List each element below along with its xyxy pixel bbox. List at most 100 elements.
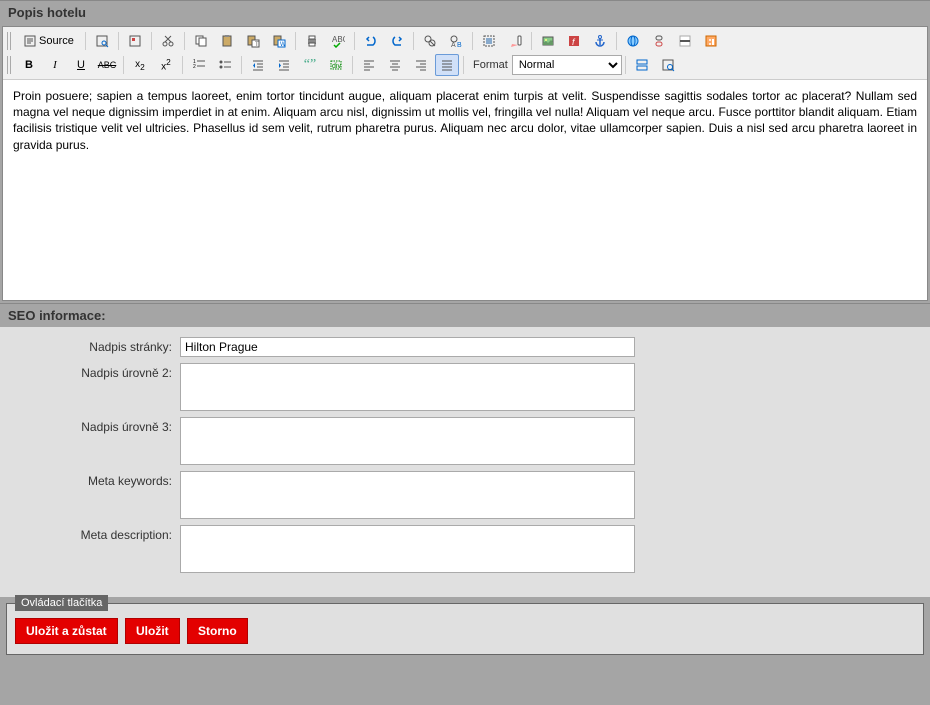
print-button[interactable]	[300, 30, 324, 52]
templates-icon	[128, 34, 142, 48]
keywords-label: Meta keywords:	[8, 471, 180, 488]
blockquote-button[interactable]: “”	[298, 54, 322, 76]
align-left-button[interactable]	[357, 54, 381, 76]
paste-icon	[220, 34, 234, 48]
toolbar-separator	[472, 32, 473, 50]
find-icon	[423, 34, 437, 48]
cancel-button[interactable]: Storno	[187, 618, 248, 644]
editor-toolbar: Source T W ABC	[3, 27, 927, 80]
undo-icon	[364, 34, 378, 48]
underline-button[interactable]: U	[69, 54, 93, 76]
source-button[interactable]: Source	[17, 30, 81, 52]
svg-text:W: W	[280, 42, 286, 48]
special-char-button[interactable]	[699, 30, 723, 52]
copy-button[interactable]	[189, 30, 213, 52]
copy-icon	[194, 34, 208, 48]
align-justify-button[interactable]	[435, 54, 459, 76]
section-header-seo: SEO informace:	[0, 303, 930, 327]
toolbar-separator	[123, 56, 124, 74]
bold-button[interactable]: B	[17, 54, 41, 76]
strike-button[interactable]: ABC	[95, 54, 119, 76]
toolbar-separator	[463, 56, 464, 74]
page-title-input[interactable]	[180, 337, 635, 357]
outdent-icon	[251, 58, 265, 72]
section-header-hotel-desc: Popis hotelu	[0, 0, 930, 24]
redo-icon	[390, 34, 404, 48]
paste-word-button[interactable]: W	[267, 30, 291, 52]
source-icon	[24, 35, 36, 47]
format-select[interactable]: Normal	[512, 55, 622, 75]
indent-icon	[277, 58, 291, 72]
paste-text-button[interactable]: T	[241, 30, 265, 52]
maximize-icon	[661, 58, 675, 72]
hr-button[interactable]	[673, 30, 697, 52]
superscript-icon: x2	[161, 57, 171, 72]
paste-word-icon: W	[272, 34, 286, 48]
align-justify-icon	[440, 58, 454, 72]
outdent-button[interactable]	[246, 54, 270, 76]
keywords-textarea[interactable]	[180, 471, 635, 519]
h2-textarea[interactable]	[180, 363, 635, 411]
unlink-button[interactable]	[647, 30, 671, 52]
select-all-button[interactable]	[477, 30, 501, 52]
indent-button[interactable]	[272, 54, 296, 76]
image-icon	[541, 34, 555, 48]
save-stay-button[interactable]: Uložit a zůstat	[15, 618, 118, 644]
replace-button[interactable]: AB	[444, 30, 468, 52]
spellcheck-button[interactable]: ABC	[326, 30, 350, 52]
align-left-icon	[362, 58, 376, 72]
select-all-icon	[482, 34, 496, 48]
subscript-button[interactable]: x2	[128, 54, 152, 76]
svg-text:ABC: ABC	[332, 35, 345, 44]
align-right-button[interactable]	[409, 54, 433, 76]
cut-button[interactable]	[156, 30, 180, 52]
toolbar-separator	[182, 56, 183, 74]
description-textarea[interactable]	[180, 525, 635, 573]
numbered-list-button[interactable]: 12	[187, 54, 211, 76]
svg-text:T: T	[255, 42, 259, 48]
paste-button[interactable]	[215, 30, 239, 52]
h3-label: Nadpis úrovně 3:	[8, 417, 180, 434]
redo-button[interactable]	[385, 30, 409, 52]
replace-icon: AB	[449, 34, 463, 48]
align-right-icon	[414, 58, 428, 72]
anchor-button[interactable]	[588, 30, 612, 52]
toolbar-separator	[352, 56, 353, 74]
bullet-list-button[interactable]	[213, 54, 237, 76]
remove-format-button[interactable]	[503, 30, 527, 52]
save-button[interactable]: Uložit	[125, 618, 180, 644]
templates-button[interactable]	[123, 30, 147, 52]
remove-format-icon	[508, 34, 522, 48]
align-center-icon	[388, 58, 402, 72]
flash-icon: f	[567, 34, 581, 48]
div-button[interactable]: div	[324, 54, 348, 76]
h3-textarea[interactable]	[180, 417, 635, 465]
rich-text-editor: Source T W ABC	[2, 26, 928, 301]
italic-icon: I	[53, 59, 57, 71]
bold-icon: B	[25, 59, 33, 71]
preview-button[interactable]	[90, 30, 114, 52]
toolbar-separator	[413, 32, 414, 50]
link-button[interactable]	[621, 30, 645, 52]
link-icon	[626, 34, 640, 48]
subscript-icon: x2	[135, 59, 145, 72]
seo-form: Nadpis stránky: Nadpis úrovně 2: Nadpis …	[0, 327, 930, 597]
controls-fieldset: Ovládací tlačítka Uložit a zůstat Uložit…	[6, 603, 924, 655]
underline-icon: U	[77, 59, 85, 71]
maximize-button[interactable]	[656, 54, 680, 76]
undo-button[interactable]	[359, 30, 383, 52]
italic-button[interactable]: I	[43, 54, 67, 76]
show-blocks-button[interactable]	[630, 54, 654, 76]
toolbar-separator	[616, 32, 617, 50]
toolbar-separator	[151, 32, 152, 50]
editor-content-area[interactable]: Proin posuere; sapien a tempus laoreet, …	[3, 80, 927, 300]
description-label: Meta description:	[8, 525, 180, 542]
align-center-button[interactable]	[383, 54, 407, 76]
ul-icon	[218, 58, 232, 72]
format-label: Format	[473, 59, 508, 71]
image-button[interactable]	[536, 30, 560, 52]
svg-text:div: div	[332, 63, 341, 70]
find-button[interactable]	[418, 30, 442, 52]
superscript-button[interactable]: x2	[154, 54, 178, 76]
flash-button[interactable]: f	[562, 30, 586, 52]
